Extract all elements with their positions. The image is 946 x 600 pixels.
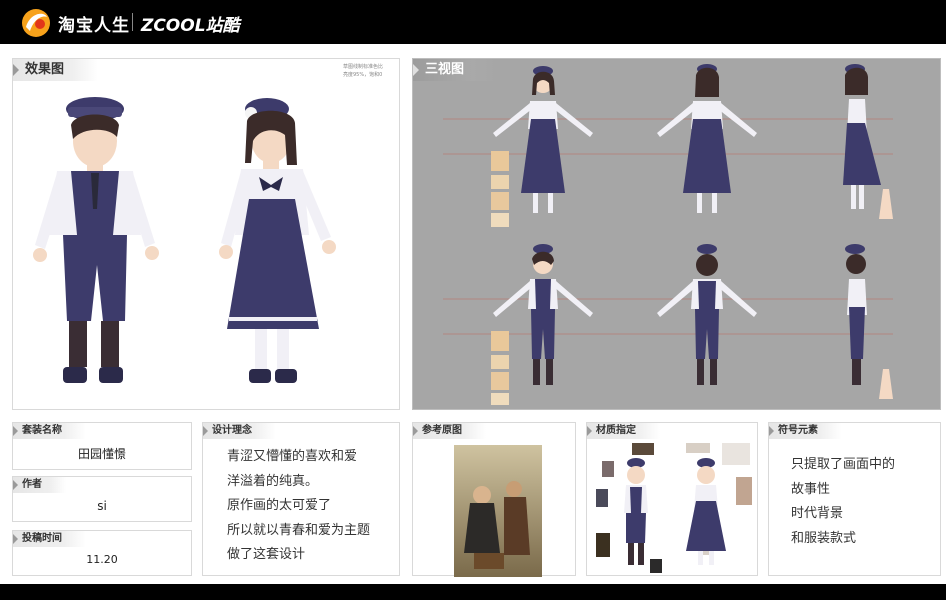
design-concept-line: 原作画的太可爱了 xyxy=(227,498,332,513)
reference-title: 参考原图 xyxy=(413,423,486,439)
submit-time-panel: 投稿时间 11.20 xyxy=(12,530,192,576)
symbol-line: 和服装款式 xyxy=(791,530,857,546)
symbol-line: 故事性 xyxy=(791,481,831,497)
symbol-text: 只提取了画面中的 故事性 时代背景 和服装款式 xyxy=(791,453,895,551)
girl-back-view xyxy=(657,64,757,213)
skin-swatches-top xyxy=(491,151,509,227)
material-title: 材质指定 xyxy=(587,423,660,439)
effect-illustration xyxy=(33,97,336,383)
outfit-name-title: 套装名称 xyxy=(13,423,86,439)
symbol-line: 时代背景 xyxy=(791,506,844,521)
girl-front-view xyxy=(493,66,593,213)
submit-time-value: 11.20 xyxy=(86,553,118,566)
three-view-panel: 三视图 xyxy=(412,58,941,410)
outfit-name-panel: 套装名称 田园懂憬 xyxy=(12,422,192,470)
brand-taobao-text: 淘宝人生 xyxy=(58,16,130,36)
effect-panel: 效果图 草图线制标准色比 亮度95%，饱和0 xyxy=(12,58,400,410)
boy-back-view xyxy=(657,244,757,385)
brand-divider xyxy=(132,13,133,31)
boy-side-view xyxy=(845,244,893,399)
design-concept-line: 所以就以青春和爱为主题 xyxy=(227,522,371,538)
author-panel: 作者 si xyxy=(12,476,192,522)
design-concept-line: 做了这套设计 xyxy=(227,547,306,562)
reference-panel: 参考原图 xyxy=(412,422,576,577)
design-concept-title: 设计理念 xyxy=(203,423,276,439)
design-concept-line: 青涩又懵懂的喜欢和爱 xyxy=(227,449,358,464)
outfit-name-value: 田园懂憬 xyxy=(77,447,126,461)
skin-swatches-bottom xyxy=(491,331,509,405)
author-value: si xyxy=(97,499,107,513)
design-concept-text: 青涩又懵懂的喜欢和爱 洋溢着的纯真。 原作画的太可爱了 所以就以青春和爱为主题 … xyxy=(227,445,370,568)
three-view-illustration xyxy=(443,64,893,405)
girl-figure xyxy=(219,98,336,383)
symbol-line: 只提取了画面中的 xyxy=(791,457,896,472)
design-concept-line: 洋溢着的纯真。 xyxy=(227,473,319,489)
design-concept-panel: 设计理念 青涩又懵懂的喜欢和爱 洋溢着的纯真。 原作画的太可爱了 所以就以青春和… xyxy=(202,422,400,576)
brand-zcool-text: ZCOOL站酷 xyxy=(141,16,240,36)
reference-painting xyxy=(454,445,542,577)
symbol-title: 符号元素 xyxy=(769,423,842,439)
material-collage xyxy=(596,443,752,573)
symbol-panel: 符号元素 只提取了画面中的 故事性 时代背景 和服装款式 xyxy=(768,422,941,576)
material-panel: 材质指定 xyxy=(586,422,758,576)
taobao-logo-icon xyxy=(22,9,50,37)
bottom-bar xyxy=(0,584,946,600)
author-title: 作者 xyxy=(13,477,66,493)
boy-figure xyxy=(33,97,159,383)
top-bar: 淘宝人生 ZCOOL站酷 xyxy=(0,0,946,44)
submit-time-title: 投稿时间 xyxy=(13,531,86,547)
girl-side-view xyxy=(843,64,893,219)
